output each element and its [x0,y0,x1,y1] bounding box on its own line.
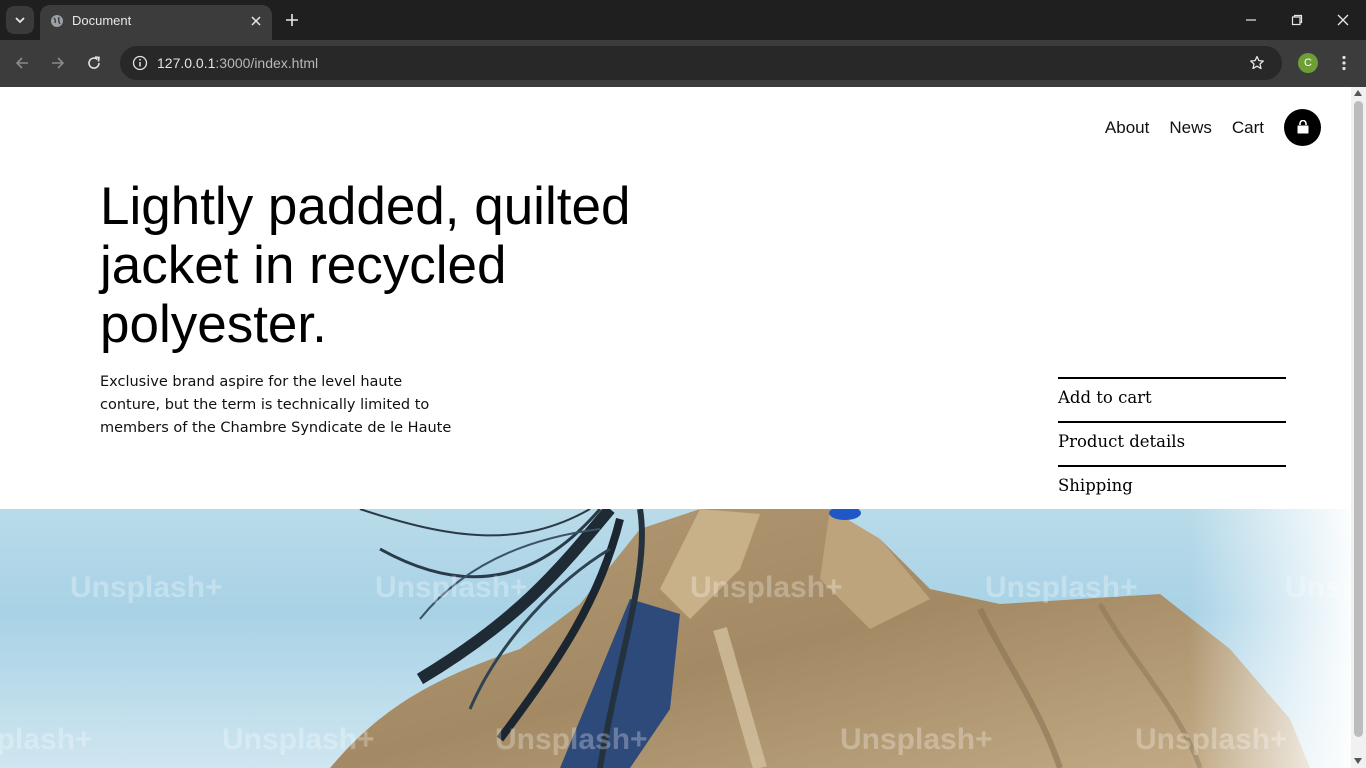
add-to-cart-button[interactable]: Add to cart [1058,377,1286,421]
star-icon [1250,55,1264,70]
page-viewport: About News Cart Lightly padded, quilted … [0,87,1351,768]
arrow-right-icon [52,57,65,69]
shipping-link[interactable]: Shipping [1058,465,1286,509]
watermark-text: Unsplash+ [1135,723,1288,756]
plus-icon [286,14,298,26]
arrow-left-icon [15,57,28,69]
watermark-text: Unsplash+ [1285,571,1351,604]
cart-button[interactable] [1284,109,1321,146]
info-icon [132,55,148,71]
watermark-text: Unsplash+ [222,723,375,756]
nav-link-about[interactable]: About [1105,118,1149,138]
active-tab[interactable]: Document [40,5,272,40]
globe-icon [51,15,63,27]
scroll-up-arrow-icon[interactable] [1354,90,1362,96]
browser-toolbar: 127.0.0.1:3000/index.html C [0,40,1366,87]
reload-button[interactable] [82,51,106,75]
profile-avatar[interactable]: C [1298,53,1318,73]
close-icon [251,16,261,26]
watermark-text: Unsplash+ [690,571,843,604]
tab-search-button[interactable] [6,6,34,34]
more-vertical-icon [1342,55,1346,71]
address-bar[interactable]: 127.0.0.1:3000/index.html [120,46,1282,80]
browser-menu-button[interactable] [1334,51,1354,75]
forward-button[interactable] [46,51,70,75]
watermark-text: Unsplash+ [70,571,223,604]
new-tab-button[interactable] [280,8,304,32]
watermark-text: Unsplash+ [985,571,1138,604]
close-window-button[interactable] [1327,6,1359,34]
close-icon [1337,14,1349,26]
url-text: 127.0.0.1:3000/index.html [157,55,319,71]
nav-link-cart[interactable]: Cart [1232,118,1264,138]
tab-title: Document [72,13,132,28]
product-description: Exclusive brand aspire for the level hau… [100,374,452,436]
nav-link-news[interactable]: News [1169,118,1212,138]
chevron-down-icon [15,17,25,24]
watermark-text: Unsplash+ [495,723,648,756]
back-button[interactable] [10,51,34,75]
restore-button[interactable] [1281,6,1313,34]
minimize-icon [1246,19,1256,21]
restore-icon [1291,14,1303,26]
bookmark-button[interactable] [1246,52,1268,74]
tab-close-button[interactable] [248,13,264,29]
reload-icon [88,56,100,69]
site-nav: About News Cart [1085,109,1321,146]
browser-tab-strip: Document [0,0,1366,40]
minimize-button[interactable] [1235,6,1267,34]
watermark-text: Unsplash+ [375,571,528,604]
product-headline: Lightly padded, quilted jacket in recycl… [100,177,631,354]
page-scrollbar[interactable] [1351,87,1366,768]
product-actions: Add to cart Product details Shipping [1058,377,1286,509]
scroll-thumb[interactable] [1354,101,1363,737]
watermark-text: Unsplash+ [0,723,93,756]
hero-image: Unsplash+ Unsplash+ Unsplash+ Unsplash+ … [0,509,1351,768]
watermark-text: Unsplash+ [840,723,993,756]
product-details-link[interactable]: Product details [1058,421,1286,465]
shopping-bag-icon [1297,120,1308,134]
site-info-button[interactable] [128,51,152,75]
scroll-down-arrow-icon[interactable] [1354,758,1362,764]
